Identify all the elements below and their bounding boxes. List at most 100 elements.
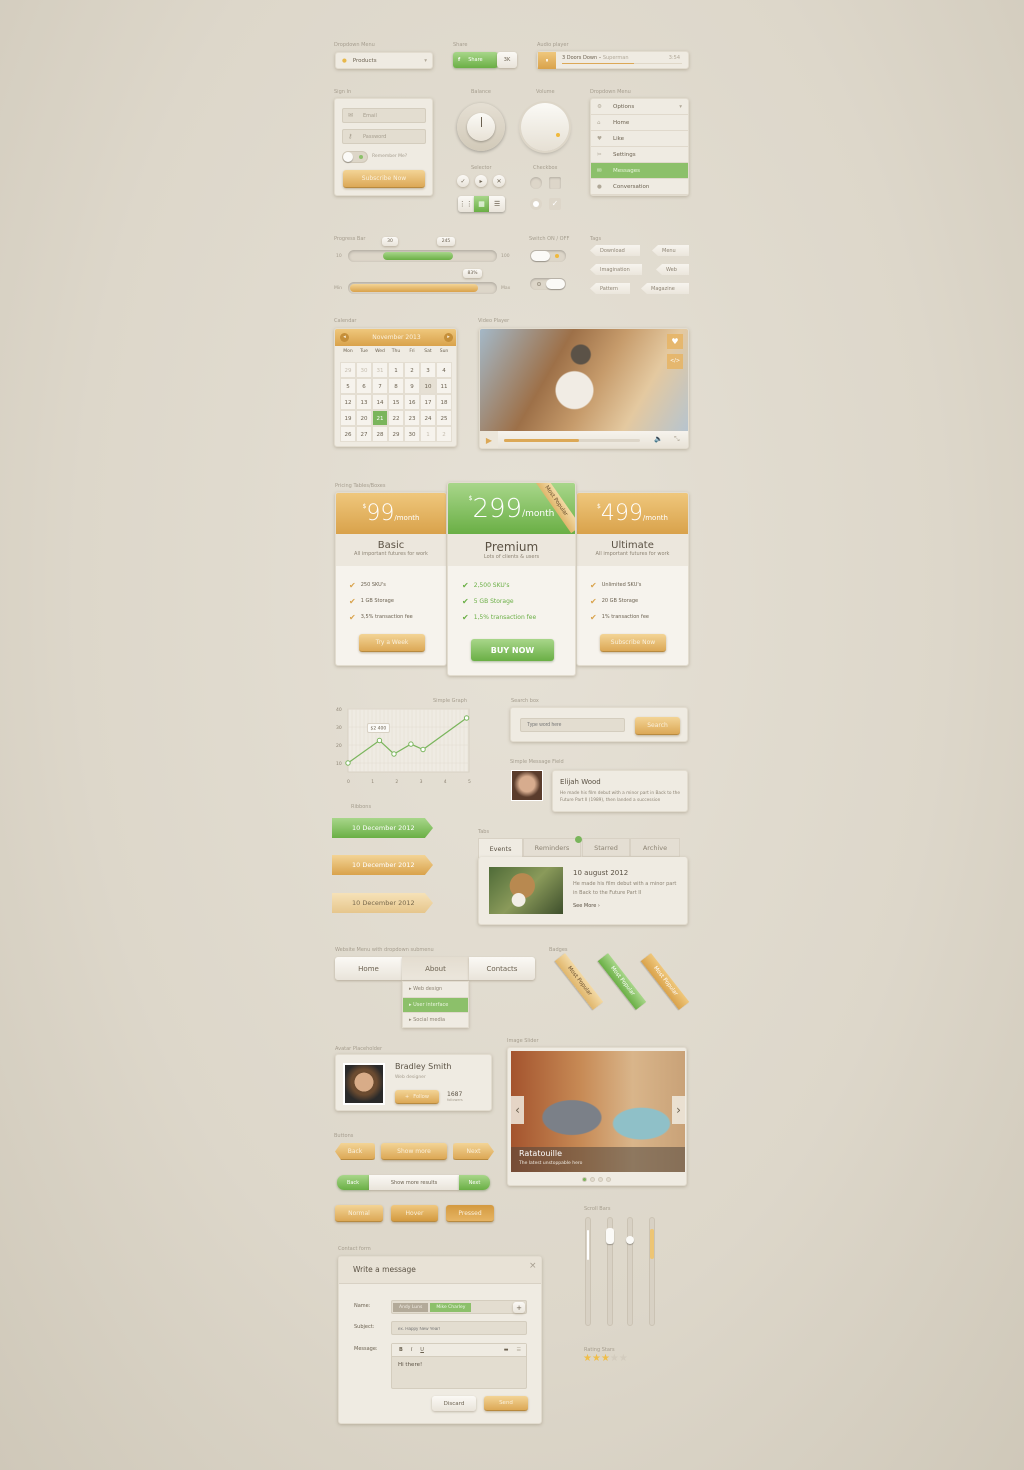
star-filled-icon[interactable]: ★ <box>601 1353 610 1364</box>
send-button[interactable]: Send <box>484 1396 528 1411</box>
calendar-day[interactable]: 20 <box>356 410 372 426</box>
slider-dot[interactable] <box>598 1177 603 1182</box>
calendar-day[interactable]: 1 <box>388 362 404 378</box>
calendar-day[interactable]: 12 <box>340 394 356 410</box>
remember-toggle[interactable] <box>342 151 368 163</box>
star-filled-icon[interactable]: ★ <box>592 1353 601 1364</box>
checkbox-checked[interactable]: ✓ <box>549 198 561 210</box>
dropdown-item-settings[interactable]: ✂ Settings <box>591 147 688 163</box>
name-token[interactable]: Mike Charley <box>430 1302 472 1312</box>
calendar-day[interactable]: 23 <box>404 410 420 426</box>
switch-off[interactable] <box>530 278 566 290</box>
calendar-day[interactable]: 29 <box>388 426 404 442</box>
tag-menu[interactable]: Menu <box>652 245 689 256</box>
calendar-day[interactable]: 14 <box>372 394 388 410</box>
tab-reminders[interactable]: Reminders <box>523 838 581 857</box>
list-icon[interactable]: ☰ <box>489 196 505 212</box>
close-icon[interactable]: × <box>529 1261 537 1271</box>
slider-dot[interactable] <box>590 1177 595 1182</box>
grid-large-icon[interactable]: ▦ <box>473 196 490 212</box>
dropdown-item-options[interactable]: ⚙ Options ▾ <box>591 99 688 115</box>
scrollbar[interactable] <box>626 1217 634 1326</box>
calendar-day[interactable]: 4 <box>436 362 452 378</box>
scrollbar-thumb[interactable] <box>587 1230 589 1260</box>
calendar-day[interactable]: 13 <box>356 394 372 410</box>
video-progress[interactable] <box>504 439 640 442</box>
bold-button[interactable]: B <box>399 1347 403 1353</box>
search-button[interactable]: Search <box>635 717 680 735</box>
calendar-day[interactable]: 11 <box>436 378 452 394</box>
scrollbar[interactable] <box>585 1217 591 1326</box>
calendar-day[interactable]: 27 <box>356 426 372 442</box>
nav-contacts[interactable]: Contacts <box>469 957 535 980</box>
calendar-day[interactable]: 1 <box>420 426 436 442</box>
embed-code-icon[interactable]: </> <box>667 354 683 369</box>
segment-show-more[interactable]: Show more results <box>369 1175 459 1190</box>
plan-button[interactable]: Try a Week <box>359 634 425 652</box>
calendar-day[interactable]: 18 <box>436 394 452 410</box>
calendar-day[interactable]: 2 <box>436 426 452 442</box>
calendar-day[interactable]: 8 <box>388 378 404 394</box>
radio-unchecked[interactable] <box>530 177 542 189</box>
scrollbar-thumb[interactable] <box>606 1228 614 1244</box>
subject-input[interactable] <box>391 1321 527 1335</box>
pause-button[interactable]: ⏸ <box>538 52 556 69</box>
balance-knob[interactable] <box>457 103 505 151</box>
calendar-day[interactable]: 30 <box>356 362 372 378</box>
calendar-day[interactable]: 30 <box>404 426 420 442</box>
close-icon[interactable]: ✕ <box>493 175 505 187</box>
calendar-day[interactable]: 9 <box>404 378 420 394</box>
scrollbar-thumb[interactable] <box>626 1236 634 1244</box>
scrollbar[interactable] <box>606 1217 614 1326</box>
checkbox-unchecked[interactable] <box>549 177 561 189</box>
video-frame[interactable] <box>480 329 688 431</box>
italic-button[interactable]: I <box>411 1347 412 1353</box>
buy-now-button[interactable]: BUY NOW <box>471 639 554 661</box>
tag-web[interactable]: Web <box>656 264 689 275</box>
tag-magazine[interactable]: Magazine <box>641 283 689 294</box>
message-editor[interactable]: B I U ▬ ☰ Hi there! <box>391 1343 527 1389</box>
plan-button[interactable]: Subscribe Now <box>600 634 666 652</box>
tag-pattern[interactable]: Pattern <box>590 283 630 294</box>
calendar-day[interactable]: 10 <box>420 378 436 394</box>
follow-button[interactable]: + Follow <box>395 1090 439 1104</box>
fullscreen-icon[interactable]: ⤡ <box>674 435 680 444</box>
underline-button[interactable]: U <box>420 1347 424 1353</box>
calendar-day[interactable]: 29 <box>340 362 356 378</box>
tab-archive[interactable]: Archive <box>630 838 680 857</box>
add-recipient-button[interactable]: + <box>513 1302 525 1313</box>
rating-stars[interactable]: ★ ★ ★ ★ ★ <box>583 1353 628 1364</box>
calendar-day[interactable]: 28 <box>372 426 388 442</box>
dropdown-item-conversation[interactable]: ● Conversation <box>591 179 688 195</box>
segment-next[interactable]: Next <box>459 1175 490 1190</box>
range-slider[interactable] <box>348 250 497 262</box>
calendar-day[interactable]: 3 <box>420 362 436 378</box>
hover-button[interactable]: Hover <box>391 1205 438 1222</box>
show-more-button[interactable]: Show more <box>381 1143 447 1160</box>
calendar-day[interactable]: 25 <box>436 410 452 426</box>
submenu-item[interactable]: ▸ User interface <box>403 997 468 1013</box>
tag-download[interactable]: Download <box>590 245 640 256</box>
prev-month-icon[interactable]: ◂ <box>340 333 349 342</box>
name-token[interactable]: Andy Luns <box>393 1302 429 1312</box>
scrollbar[interactable] <box>649 1217 655 1326</box>
audio-progress[interactable] <box>562 63 682 64</box>
calendar-day[interactable]: 21 <box>372 410 388 426</box>
prev-slide-icon[interactable]: ‹ <box>511 1096 524 1124</box>
see-more-link[interactable]: See More › <box>573 903 600 909</box>
dropdown-item-home[interactable]: ⌂ Home <box>591 115 688 131</box>
switch-on[interactable] <box>530 250 566 262</box>
dropdown-item-like[interactable]: ♥ Like <box>591 131 688 147</box>
star-filled-icon[interactable]: ★ <box>583 1353 592 1364</box>
image-icon[interactable]: ▬ <box>504 1347 509 1353</box>
calendar-day[interactable]: 2 <box>404 362 420 378</box>
play-icon[interactable]: ▶ <box>480 431 498 448</box>
radio-checked[interactable] <box>530 198 542 210</box>
dropdown-item-messages[interactable]: ✉ Messages <box>591 163 688 179</box>
search-input[interactable] <box>520 718 625 732</box>
play-icon[interactable]: ▸ <box>475 175 487 187</box>
share-button[interactable]: f Share <box>453 52 498 68</box>
slider-dot[interactable] <box>582 1177 587 1182</box>
calendar-day[interactable]: 7 <box>372 378 388 394</box>
calendar-day[interactable]: 15 <box>388 394 404 410</box>
